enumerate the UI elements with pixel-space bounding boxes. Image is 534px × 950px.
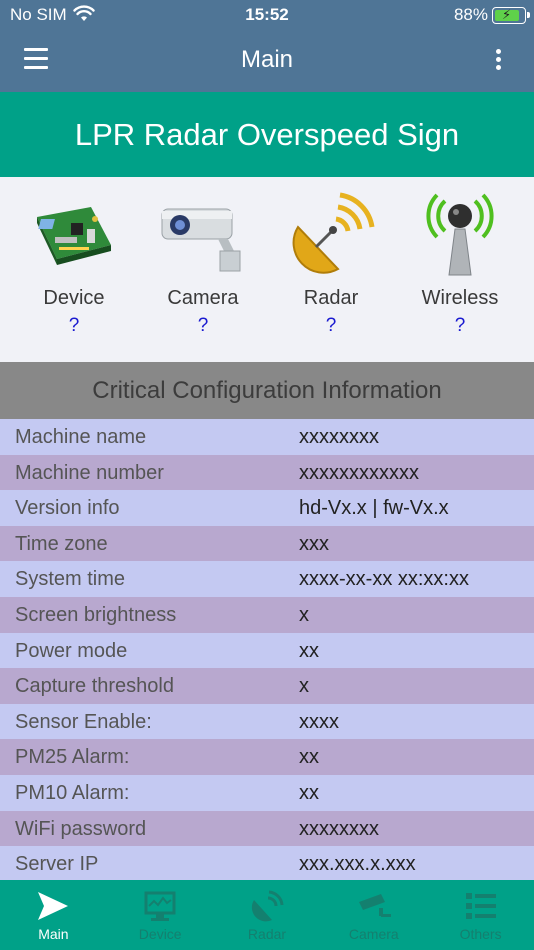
table-row: System time xxxx-xx-xx xx:xx:xx <box>0 561 534 597</box>
module-device[interactable]: Device ? <box>14 189 134 354</box>
module-status-row: Device ? Camera ? Radar ? Wireless ? <box>0 177 534 362</box>
module-label: Wireless <box>421 287 499 309</box>
tab-label: Radar <box>247 926 287 942</box>
table-row: Sensor Enable: xxxx <box>0 703 534 740</box>
row-key: Machine name <box>15 426 147 448</box>
tab-radar[interactable]: Radar <box>214 880 321 950</box>
table-row: PM10 Alarm: xx <box>0 774 534 811</box>
row-key: Machine number <box>15 461 164 484</box>
radar-dish-icon <box>286 189 376 279</box>
table-row: Machine name xxxxxxxx <box>0 419 534 455</box>
row-key: Capture threshold <box>15 675 174 698</box>
row-key: System time <box>15 568 126 591</box>
row-value: xxx <box>299 532 329 555</box>
module-status: ? <box>68 315 80 336</box>
row-value: xxxx <box>299 710 339 733</box>
row-value: xxxx-xx-xx xx:xx:xx <box>299 568 469 591</box>
table-row: PM25 Alarm: xx <box>0 739 534 775</box>
camera-icon <box>358 894 391 917</box>
module-radar[interactable]: Radar ? <box>271 189 391 354</box>
row-value: xxxxxxxx <box>299 426 379 448</box>
row-value: xxxxxxxxxxxx <box>299 461 419 484</box>
tab-device[interactable]: Device <box>107 880 214 950</box>
row-key: Server IP <box>15 853 99 876</box>
tab-main[interactable]: Main <box>0 880 107 950</box>
tab-label: Others <box>459 926 502 942</box>
row-value: x <box>299 603 309 626</box>
row-value: xx <box>299 639 319 662</box>
tab-label: Camera <box>348 926 399 942</box>
table-row: Capture threshold x <box>0 668 534 704</box>
antenna-icon <box>415 189 505 279</box>
monitor-chart-icon <box>144 891 176 921</box>
table-row: Server IP xxx.xxx.x.xxx <box>0 846 534 882</box>
module-wireless[interactable]: Wireless ? <box>400 189 520 354</box>
send-icon <box>38 892 69 920</box>
status-bar: No SIM 15:52 88% ⚡ <box>0 0 534 30</box>
table-row: Time zone xxx <box>0 525 534 562</box>
row-value: hd-Vx.x | fw-Vx.x <box>299 497 449 520</box>
security-camera-icon <box>158 189 248 279</box>
row-key: WiFi password <box>15 817 147 840</box>
config-table: Machine name xxxxxxxx Machine number xxxxx… <box>0 419 534 882</box>
module-label: Radar <box>303 287 359 309</box>
tab-label: Device <box>138 926 182 942</box>
config-section-title: Critical Configuration Information <box>0 362 534 419</box>
row-key: Version info <box>15 497 120 520</box>
row-key: PM25 Alarm: <box>15 746 130 769</box>
more-options-icon[interactable] <box>490 49 506 73</box>
row-value: xxxxxxxx <box>299 817 379 840</box>
module-label: Device <box>43 287 105 309</box>
module-label: Camera <box>167 287 239 309</box>
battery-percent: 88% <box>453 5 488 24</box>
bottom-tab-bar: Main Device Radar Camera Others <box>0 880 534 950</box>
row-key: Power mode <box>15 639 128 662</box>
row-key: Screen brightness <box>15 603 177 626</box>
tab-others[interactable]: Others <box>427 880 534 950</box>
battery-icon: ⚡ <box>492 7 530 24</box>
banner-title: LPR Radar Overspeed Sign <box>0 92 534 177</box>
row-value: x <box>299 675 309 698</box>
row-value: xxx.xxx.x.xxx <box>299 853 416 876</box>
circuit-board-icon <box>29 189 119 279</box>
table-row: Version info hd-Vx.x | fw-Vx.x <box>0 490 534 526</box>
tab-label: Main <box>38 926 69 942</box>
page-title: Main <box>240 46 294 73</box>
row-key: Time zone <box>15 532 108 555</box>
module-status: ? <box>197 315 209 336</box>
table-row: Power mode xx <box>0 632 534 669</box>
tab-camera[interactable]: Camera <box>320 880 427 950</box>
module-camera[interactable]: Camera ? <box>143 189 263 354</box>
list-icon <box>465 893 496 919</box>
module-status: ? <box>325 315 337 336</box>
row-key: PM10 Alarm: <box>15 781 130 804</box>
table-row: WiFi password xxxxxxxx <box>0 810 534 847</box>
row-value: xx <box>299 781 319 804</box>
table-row: Screen brightness x <box>0 596 534 633</box>
app-bar: Main <box>0 30 534 92</box>
table-row: Machine number xxxxxxxxxxxx <box>0 454 534 491</box>
radar-icon <box>251 890 284 922</box>
row-key: Sensor Enable: <box>15 710 152 733</box>
row-value: xx <box>299 746 319 769</box>
module-status: ? <box>454 315 466 336</box>
